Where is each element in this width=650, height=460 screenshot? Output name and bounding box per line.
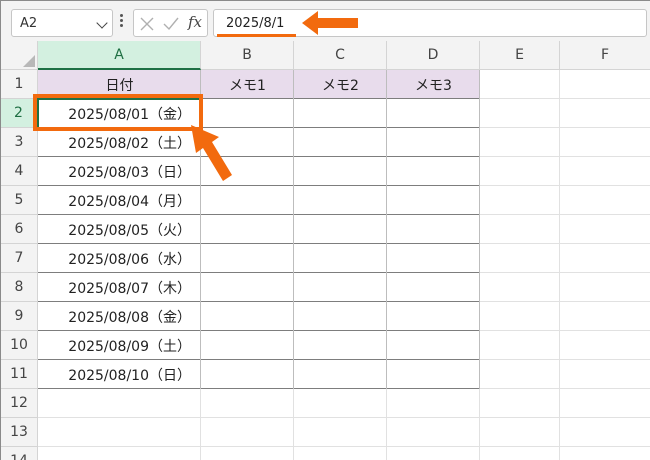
formula-input-value: 2025/8/1	[226, 16, 285, 31]
gridline-horizontal	[38, 446, 650, 447]
row-header-14[interactable]: 14	[1, 447, 38, 460]
date-cell[interactable]: 2025/08/08（金）	[38, 302, 201, 331]
column-header-d[interactable]: D	[387, 41, 480, 70]
row-header-4[interactable]: 4	[1, 157, 38, 186]
column-header-c[interactable]: C	[294, 41, 387, 70]
table-column-border	[386, 70, 387, 389]
select-all-button[interactable]	[1, 41, 38, 70]
row-header-5[interactable]: 5	[1, 186, 38, 215]
date-cell[interactable]: 2025/08/05（火）	[38, 215, 201, 244]
row-header-7[interactable]: 7	[1, 244, 38, 273]
table-header-cell[interactable]: メモ1	[201, 70, 294, 99]
row-header-9[interactable]: 9	[1, 302, 38, 331]
formula-buttons: fx	[133, 9, 208, 37]
column-header-e[interactable]: E	[480, 41, 560, 70]
row-header-3[interactable]: 3	[1, 128, 38, 157]
spreadsheet-window: A2 fx 2025/8/1 ABCDEF1234567891011121314…	[0, 0, 650, 460]
date-cell[interactable]: 2025/08/07（木）	[38, 273, 201, 302]
name-box-value: A2	[20, 16, 38, 31]
date-cell[interactable]: 2025/08/09（土）	[38, 331, 201, 360]
highlight-box	[33, 94, 203, 131]
callout-arrow-formula-icon	[302, 11, 358, 35]
chevron-down-icon[interactable]	[96, 17, 108, 29]
gridline-vertical	[559, 70, 560, 460]
insert-function-button[interactable]: fx	[188, 13, 202, 31]
formula-highlight-underline	[217, 34, 296, 37]
date-cell[interactable]: 2025/08/03（日）	[38, 157, 201, 186]
date-cell[interactable]: 2025/08/02（土）	[38, 128, 201, 157]
enter-check-icon[interactable]	[162, 16, 180, 32]
worksheet-grid[interactable]: ABCDEF1234567891011121314日付メモ1メモ2メモ32025…	[1, 41, 650, 460]
date-cell[interactable]: 2025/08/10（日）	[38, 360, 201, 389]
row-header-8[interactable]: 8	[1, 273, 38, 302]
date-cell[interactable]: 2025/08/04（月）	[38, 186, 201, 215]
column-header-b[interactable]: B	[201, 41, 294, 70]
table-column-border	[293, 70, 294, 389]
column-header-a[interactable]: A	[38, 41, 201, 70]
column-header-f[interactable]: F	[560, 41, 650, 70]
callout-arrow-cell-icon	[191, 125, 232, 181]
formula-input[interactable]: 2025/8/1	[213, 9, 647, 37]
name-box[interactable]: A2	[11, 9, 113, 37]
table-header-cell[interactable]: メモ2	[294, 70, 387, 99]
row-header-6[interactable]: 6	[1, 215, 38, 244]
row-header-13[interactable]: 13	[1, 418, 38, 447]
row-header-11[interactable]: 11	[1, 360, 38, 389]
row-header-12[interactable]: 12	[1, 389, 38, 418]
cancel-icon[interactable]	[139, 16, 155, 32]
table-column-border	[479, 70, 480, 389]
row-header-10[interactable]: 10	[1, 331, 38, 360]
gridline-horizontal	[38, 417, 650, 418]
more-options-icon[interactable]	[120, 14, 124, 28]
table-header-cell[interactable]: メモ3	[387, 70, 480, 99]
date-cell[interactable]: 2025/08/06（水）	[38, 244, 201, 273]
